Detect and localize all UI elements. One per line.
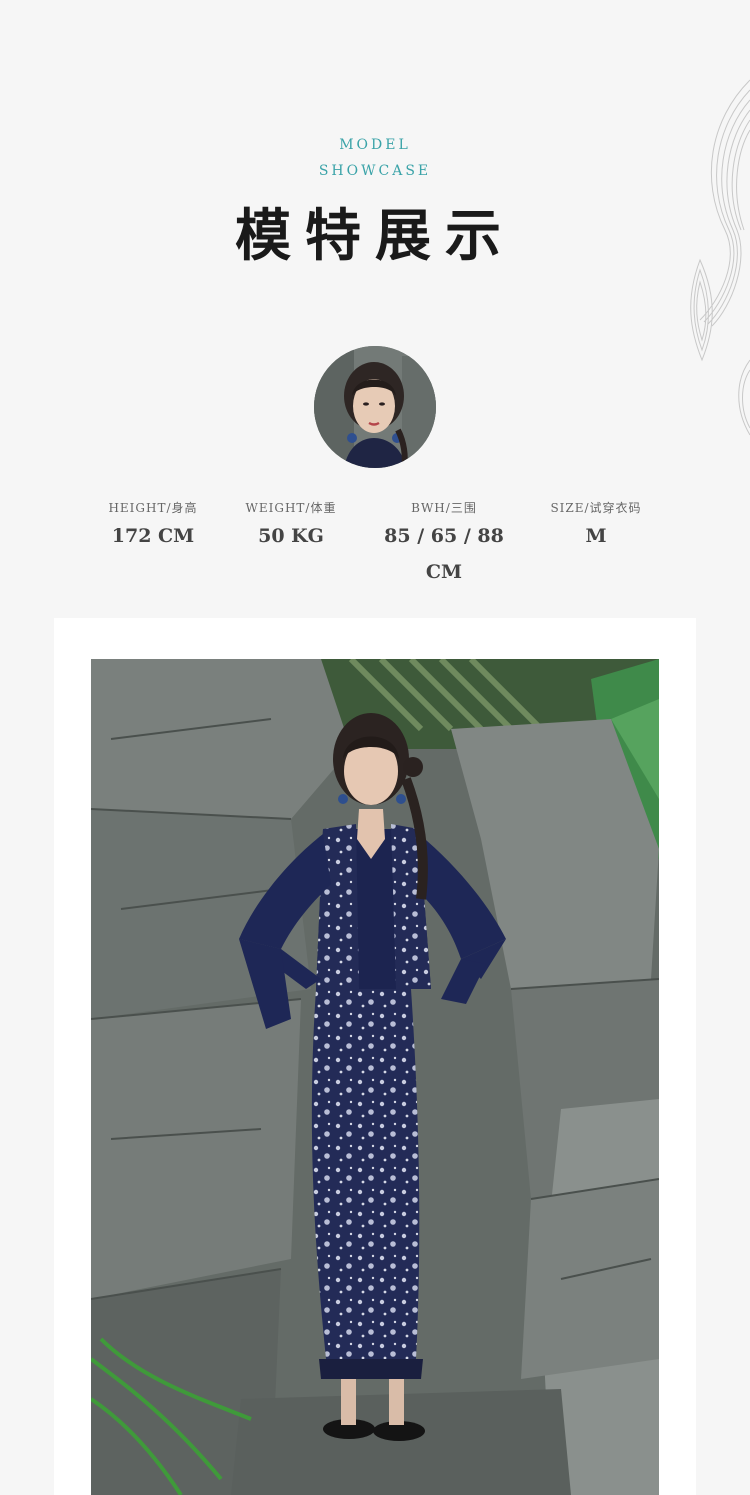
stat-bwh: BWH/三围 85 / 65 / 88 CM (364, 498, 524, 590)
stat-size: SIZE/试穿衣码 M (516, 498, 676, 554)
photo-card (54, 618, 696, 1495)
model-showcase-photo (91, 659, 659, 1495)
stat-size-label: SIZE/试穿衣码 (550, 501, 642, 515)
stat-height: HEIGHT/身高 172 CM (73, 498, 233, 554)
stat-bwh-label: BWH/三围 (411, 501, 477, 515)
stat-size-value: M (585, 525, 607, 547)
section-subtitle: MODEL SHOWCASE (0, 132, 750, 184)
stat-height-label: HEIGHT/身高 (108, 501, 198, 515)
model-avatar (314, 346, 436, 468)
stat-height-value: 172 CM (111, 525, 195, 547)
section-title: 模特展示 (235, 203, 515, 269)
stat-bwh-value: 85 / 65 / 88 CM (384, 525, 504, 583)
stat-weight: WEIGHT/体重 50 KG (211, 498, 371, 554)
subtitle-line-showcase: SHOWCASE (318, 163, 432, 179)
stat-weight-value: 50 KG (258, 525, 324, 547)
subtitle-line-model: MODEL (339, 137, 411, 153)
model-stats: HEIGHT/身高 172 CM WEIGHT/体重 50 KG BWH/三围 … (0, 498, 750, 583)
stat-weight-label: WEIGHT/体重 (245, 501, 337, 515)
